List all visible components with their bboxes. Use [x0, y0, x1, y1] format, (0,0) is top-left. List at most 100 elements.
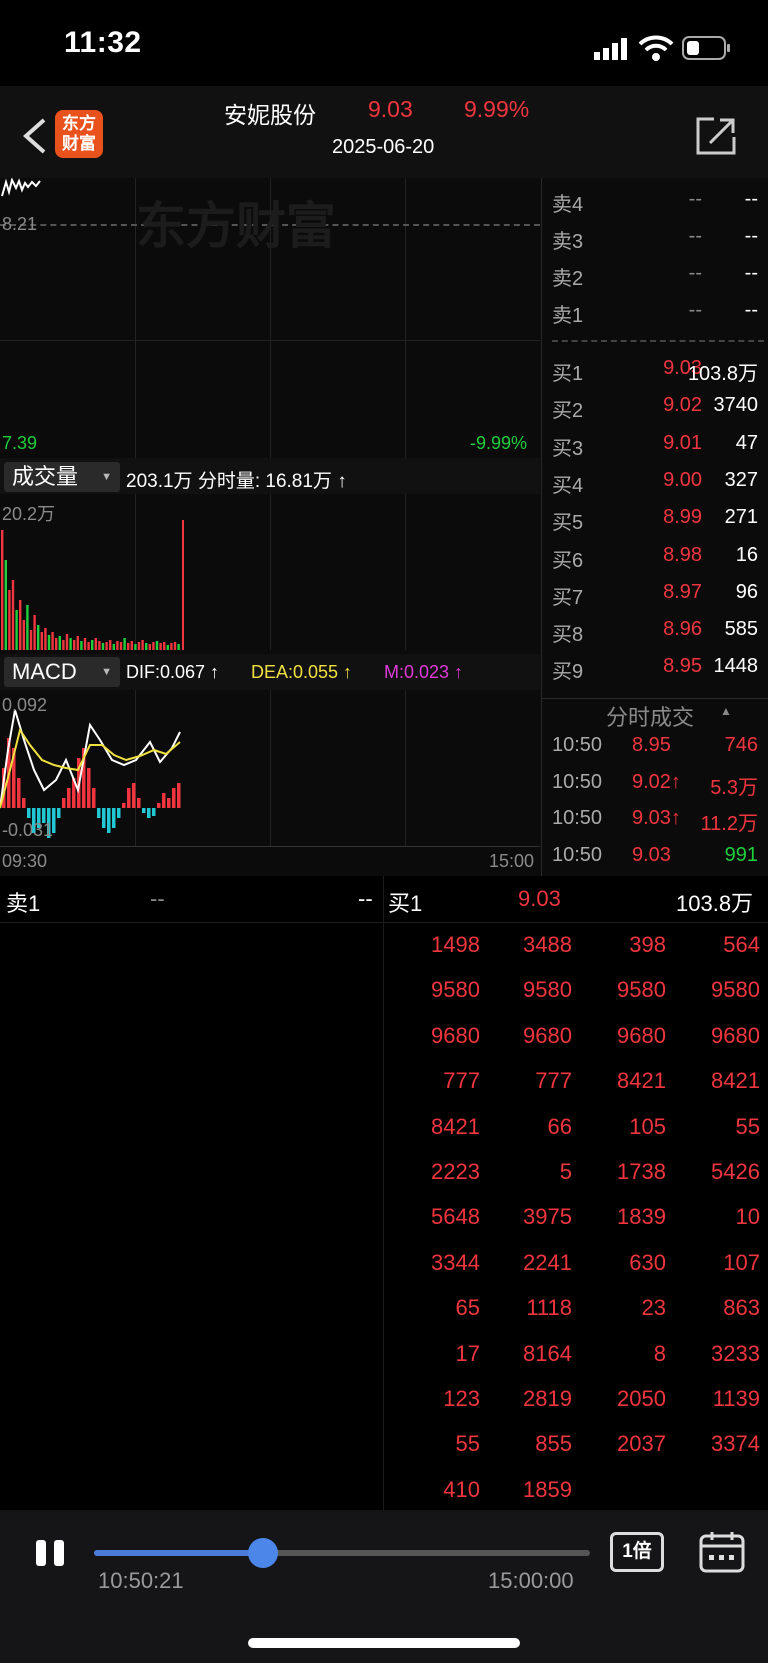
macd-dif: DIF:0.067 ↑ — [126, 662, 220, 682]
queue-cell: 1839 — [617, 1204, 666, 1230]
macd-m: M:0.023 ↑ — [384, 662, 464, 682]
trades-title[interactable]: 分时成交 — [606, 700, 694, 732]
queue-cell: 564 — [723, 932, 760, 957]
stock-name: 安妮股份 — [224, 102, 316, 128]
bid-row: 买3 9.01 47 — [552, 431, 758, 460]
stock-price: 9.03 — [368, 96, 413, 122]
macd-max-label: 0.092 — [2, 695, 48, 715]
queue-cell: 863 — [723, 1295, 760, 1321]
time-start-label: 09:30 — [2, 851, 48, 871]
intraday-price-line — [0, 177, 60, 198]
queue-cell: 1738 — [617, 1159, 666, 1184]
queue-cell: 9680 — [711, 1022, 760, 1048]
queue-cell: 66 — [547, 1113, 572, 1139]
bid-row: 买8 8.96 585 — [552, 618, 758, 647]
queue-cell: 5648 — [431, 1204, 480, 1230]
queue-cell: 55 — [455, 1431, 480, 1457]
queue-cell: 9680 — [523, 1022, 572, 1048]
trade-row: 10:50 9.03 991 — [552, 843, 758, 866]
trade-row: 10:50 9.02↑ 5.3万 — [552, 770, 758, 799]
queue-cell: 9580 — [617, 977, 666, 1003]
queue-cell: 3344 — [431, 1249, 480, 1275]
queue-cell: 8421 — [711, 1068, 760, 1094]
queue-cell: 8 — [653, 1340, 666, 1366]
buy1-vol: 103.8万 — [676, 891, 754, 916]
queue-cell: 3233 — [711, 1340, 760, 1366]
time-end-label: 15:00 — [489, 851, 535, 871]
queue-cell: 3374 — [711, 1431, 760, 1457]
queue-cell: 5426 — [711, 1159, 760, 1184]
caret-up-icon: ▲ — [720, 704, 732, 718]
volume-indicator-selector[interactable]: 成交量 ▼ — [4, 462, 120, 492]
trade-row: 10:50 8.95 746 — [552, 734, 758, 756]
queue-cell: 8421 — [431, 1113, 480, 1139]
back-button[interactable] — [18, 116, 54, 156]
queue-cell: 10 — [735, 1204, 760, 1230]
bid-row: 买1 9.03 103.8万 — [552, 357, 758, 385]
ask-row: 卖2 -- -- — [552, 262, 758, 290]
sell1-vol: -- — [358, 886, 373, 911]
speed-button[interactable]: 1倍 — [610, 1532, 664, 1572]
pause-icon — [36, 1540, 64, 1566]
low-pct-label: -9.99% — [470, 433, 528, 453]
sell1-price: -- — [150, 886, 165, 911]
queue-cell: 9580 — [711, 977, 760, 1003]
trade-row: 10:50 9.03↑ 11.2万 — [552, 807, 758, 835]
status-time: 11:32 — [64, 26, 142, 59]
queue-cell: 3488 — [523, 932, 572, 957]
chevron-left-icon — [22, 118, 46, 154]
stock-change-pct: 9.99% — [464, 96, 530, 122]
calendar-button[interactable] — [698, 1530, 746, 1574]
queue-cell: 410 — [443, 1476, 480, 1502]
low-price-label: 7.39 — [2, 433, 38, 453]
end-time: 15:00:00 — [488, 1568, 574, 1593]
queue-cell: 2241 — [523, 1249, 572, 1275]
queue-cell: 9580 — [523, 977, 572, 1003]
queue-cell: 1859 — [523, 1476, 572, 1502]
bid-row: 买4 9.00 327 — [552, 468, 758, 497]
queue-header: 卖1 -- -- 买1 9.03 103.8万 — [0, 876, 768, 923]
queue-cell: 2819 — [523, 1386, 572, 1411]
queue-cell: 5 — [559, 1159, 572, 1184]
share-button[interactable] — [694, 115, 738, 157]
queue-cell: 2223 — [431, 1159, 480, 1184]
queue-cell: 777 — [443, 1068, 480, 1094]
queue-cell: 1498 — [431, 932, 480, 957]
bid-row: 买7 8.97 96 — [552, 580, 758, 609]
queue-cell: 55 — [735, 1113, 760, 1139]
playback-progress — [94, 1550, 263, 1556]
queue-cell: 777 — [535, 1068, 572, 1094]
sell1-label: 卖1 — [6, 891, 41, 916]
bid-row: 买9 8.95 1448 — [552, 655, 758, 684]
queue-cell: 107 — [723, 1249, 760, 1275]
current-time: 10:50:21 — [98, 1568, 184, 1593]
macd-dea: DEA:0.055 ↑ — [251, 662, 353, 682]
queue-cell: 9680 — [431, 1022, 480, 1048]
queue-cell: 1139 — [712, 1386, 760, 1411]
pause-button[interactable] — [34, 1538, 66, 1568]
prev-close-label: 8.21 — [2, 214, 38, 234]
queue-cell: 65 — [455, 1295, 480, 1321]
queue-cell: 23 — [641, 1295, 666, 1321]
cellular-signal-icon — [594, 38, 628, 60]
queue-cell: 2050 — [617, 1386, 666, 1411]
queue-cell: 9680 — [617, 1022, 666, 1048]
queue-cell: 3975 — [523, 1204, 572, 1230]
queue-cell: 8164 — [523, 1340, 572, 1366]
buy1-label: 买1 — [388, 891, 423, 916]
playback-thumb[interactable] — [247, 1538, 278, 1568]
queue-cell: 9580 — [431, 977, 480, 1003]
queue-cell: 630 — [629, 1249, 666, 1275]
home-indicator — [248, 1638, 520, 1648]
volume-info: 203.1万 分时量: 16.81万 ↑ — [126, 471, 347, 492]
stock-date: 2025-06-20 — [332, 136, 435, 158]
calendar-icon — [699, 1532, 745, 1573]
queue-cell: 398 — [629, 932, 666, 957]
queue-cell: 855 — [535, 1431, 572, 1457]
battery-icon — [682, 36, 732, 62]
macd-indicator-selector[interactable]: MACD ▼ — [4, 657, 120, 687]
watermark: 东方财富 — [136, 198, 336, 254]
queue-cell: 105 — [629, 1113, 666, 1139]
ask-row: 卖3 -- -- — [552, 225, 758, 253]
bid-row: 买6 8.98 16 — [552, 543, 758, 572]
